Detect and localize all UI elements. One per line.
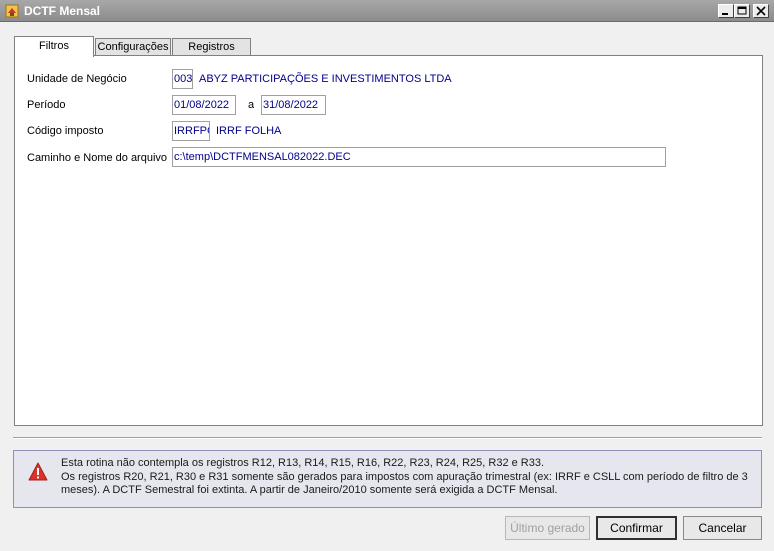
maximize-icon (737, 6, 747, 15)
window-title: DCTF Mensal (24, 4, 101, 18)
tab-registros[interactable]: Registros (172, 38, 251, 56)
info-line-1: Esta rotina não contempla os registros R… (61, 457, 545, 469)
confirmar-button[interactable]: Confirmar (596, 516, 677, 540)
caminho-label: Caminho e Nome do arquivo (27, 152, 168, 164)
unidade-label: Unidade de Negócio (27, 73, 127, 85)
codigo-description: IRRF FOLHA (216, 125, 282, 137)
app-icon (5, 4, 19, 18)
info-line-2: Os registros R20, R21, R30 e R31 somente… (61, 470, 748, 497)
tab-filtros[interactable]: Filtros (14, 36, 94, 57)
close-button[interactable] (753, 4, 769, 18)
periodo-label: Período (27, 99, 66, 111)
periodo-separator: a (248, 99, 255, 111)
periodo-end-input[interactable]: 31/08/2022 (261, 95, 326, 115)
cancelar-button[interactable]: Cancelar (683, 516, 762, 540)
info-text: Esta rotina não contempla os registros R… (61, 457, 751, 498)
close-icon (756, 6, 766, 16)
separator (13, 437, 762, 439)
ultimo-gerado-button[interactable]: Último gerado (505, 516, 590, 540)
caminho-input[interactable]: c:\temp\DCTFMENSAL082022.DEC (172, 147, 666, 167)
minimize-button[interactable] (718, 4, 734, 18)
title-bar: DCTF Mensal (0, 0, 774, 22)
warning-icon (28, 462, 48, 482)
unidade-description: ABYZ PARTICIPAÇÕES E INVESTIMENTOS LTDA (199, 73, 452, 85)
info-box: Esta rotina não contempla os registros R… (13, 450, 762, 508)
maximize-button[interactable] (734, 4, 750, 18)
unidade-code-input[interactable]: 003 (172, 69, 193, 89)
periodo-start-input[interactable]: 01/08/2022 (172, 95, 236, 115)
tab-configuracoes[interactable]: Configurações (95, 38, 171, 56)
filters-panel: Unidade de Negócio 003 ABYZ PARTICIPAÇÕE… (14, 55, 763, 426)
codigo-code-input[interactable]: IRRFPG (172, 121, 210, 141)
minimize-icon (722, 13, 728, 15)
codigo-label: Código imposto (27, 125, 104, 137)
